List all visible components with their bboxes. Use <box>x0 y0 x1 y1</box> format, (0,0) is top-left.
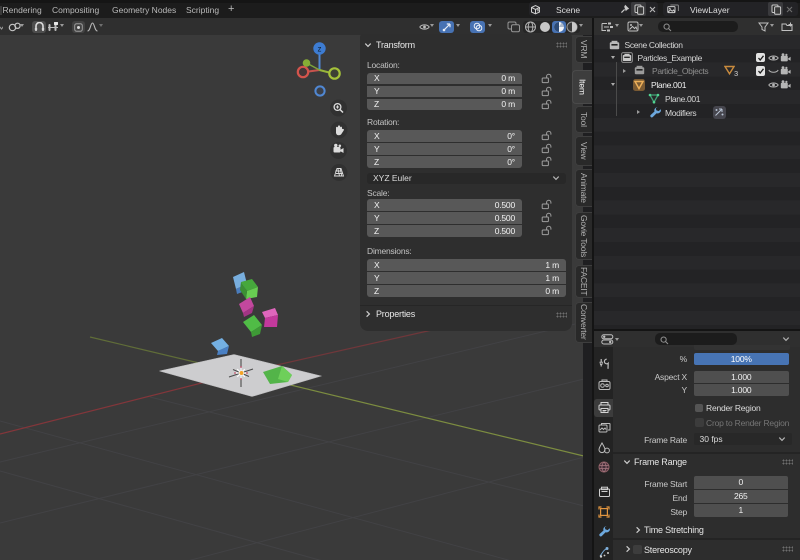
svg-text:z: z <box>318 45 322 54</box>
